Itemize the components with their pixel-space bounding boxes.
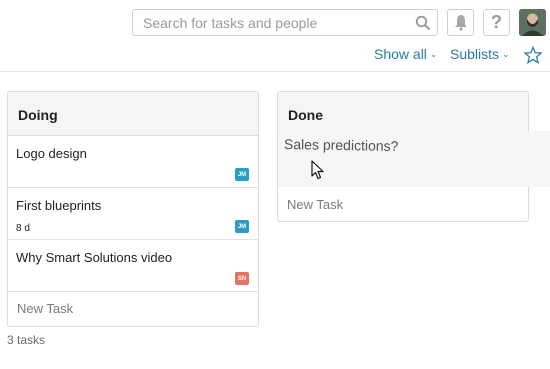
search-icon[interactable]: [415, 15, 431, 31]
column-title: Doing: [8, 92, 258, 136]
sublists-label: Sublists: [450, 46, 500, 62]
search-input[interactable]: [133, 10, 403, 35]
notifications-button[interactable]: [447, 9, 474, 36]
top-bar: ? Show all ⌄ Sublists ⌄: [0, 0, 550, 72]
column-doing: Doing Logo design JM First blueprints 8 …: [7, 91, 259, 327]
chevron-down-icon: ⌄: [429, 48, 438, 59]
task-title: Why Smart Solutions video: [16, 250, 173, 265]
task-title: Sales predictions?: [283, 136, 399, 154]
task-card[interactable]: First blueprints 8 d JM: [8, 188, 258, 240]
chevron-down-icon: ⌄: [502, 48, 510, 59]
task-card[interactable]: Why Smart Solutions video SN: [8, 240, 258, 292]
column-title: Done: [278, 92, 528, 136]
avatar-image: [519, 9, 546, 36]
search-box[interactable]: [132, 9, 438, 36]
bell-icon: [454, 15, 467, 31]
task-title: First blueprints: [16, 198, 102, 213]
new-task-button[interactable]: New Task: [287, 197, 343, 212]
assignee-badge[interactable]: JM: [235, 168, 249, 181]
user-avatar[interactable]: [519, 9, 546, 36]
sublists-dropdown[interactable]: Sublists ⌄: [450, 46, 510, 62]
question-icon: ?: [491, 12, 502, 32]
star-icon[interactable]: [524, 46, 542, 64]
show-all-dropdown[interactable]: Show all ⌄: [374, 46, 437, 62]
assignee-badge[interactable]: JM: [235, 220, 249, 233]
show-all-label: Show all: [374, 46, 427, 62]
assignee-badge[interactable]: SN: [235, 272, 249, 285]
help-button[interactable]: ?: [483, 9, 510, 36]
task-card[interactable]: Logo design JM: [8, 136, 258, 188]
mouse-pointer-icon: [311, 160, 324, 180]
task-duration: 8 d: [16, 223, 30, 234]
task-title: Logo design: [16, 146, 87, 161]
task-count: 3 tasks: [7, 333, 46, 347]
new-task-button[interactable]: New Task: [17, 301, 73, 316]
